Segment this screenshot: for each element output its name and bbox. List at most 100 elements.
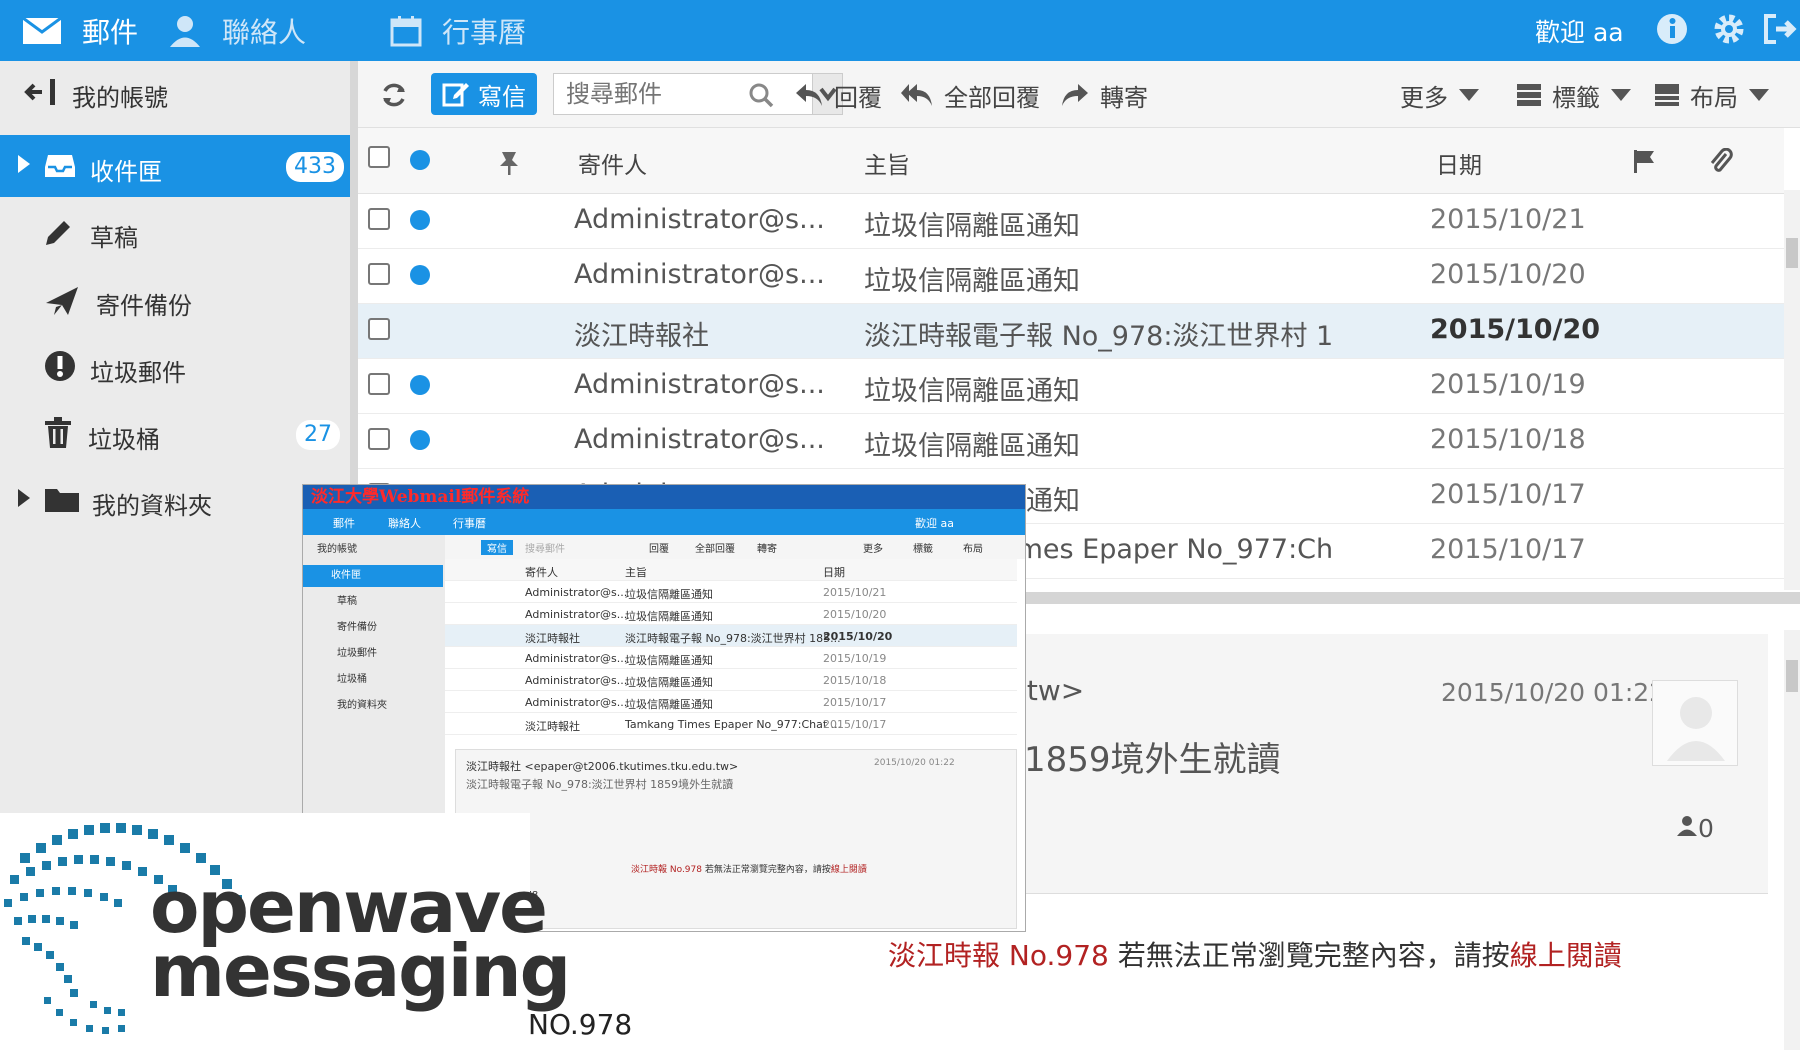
unread-column-icon[interactable] bbox=[410, 150, 430, 170]
column-header-from[interactable]: 寄件人 bbox=[578, 146, 647, 180]
row-checkbox[interactable] bbox=[368, 263, 390, 285]
top-bar: 郵件 聯絡人 行事曆 歡迎 aa bbox=[0, 0, 1800, 61]
row-date: 2015/10/20 bbox=[1430, 259, 1586, 290]
forward-button[interactable]: 轉寄 bbox=[1060, 75, 1148, 115]
inset-header-row: 寄件人 主旨 日期 bbox=[445, 559, 1017, 581]
logo-wordmark-line2: messaging bbox=[150, 929, 571, 1013]
openwave-messaging-logo: openwave messaging bbox=[0, 813, 571, 1056]
row-from: Administrator@s... bbox=[574, 259, 824, 290]
nav-contacts[interactable]: 聯絡人 bbox=[168, 0, 306, 61]
expand-triangle-icon[interactable] bbox=[16, 153, 32, 175]
select-all-checkbox[interactable] bbox=[368, 146, 390, 168]
row-date: 2015/10/18 bbox=[1430, 424, 1586, 455]
compose-button[interactable]: 寫信 bbox=[431, 73, 537, 115]
inset-reply: 回覆 bbox=[649, 544, 669, 555]
more-menu[interactable]: 更多 bbox=[1400, 75, 1490, 115]
inset-col-date: 日期 bbox=[823, 566, 845, 579]
inset-sidebar-account: 我的帳號 bbox=[317, 544, 357, 555]
row-subject: 垃圾信隔離區通知 bbox=[864, 211, 1080, 242]
table-row[interactable]: Administrator@s... 垃圾信隔離區通知 2015/10/21 bbox=[358, 194, 1784, 249]
preview-scrollbar[interactable] bbox=[1784, 630, 1800, 1050]
reply-label: 回覆 bbox=[834, 83, 882, 112]
inset-welcome: 歡迎 aa bbox=[915, 517, 954, 530]
pin-icon[interactable] bbox=[498, 150, 520, 176]
layout-menu[interactable]: 布局 bbox=[1654, 75, 1780, 115]
webmail-window: 郵件 聯絡人 行事曆 歡迎 aa 我的帳號 收件匣 433 草稿 寄件備份 垃圾… bbox=[0, 0, 1800, 1056]
row-checkbox[interactable] bbox=[368, 428, 390, 450]
calendar-icon bbox=[390, 15, 422, 46]
unread-dot[interactable] bbox=[410, 210, 430, 230]
row-checkbox[interactable] bbox=[368, 208, 390, 230]
table-row[interactable]: Administrator@s... 垃圾信隔離區通知 2015/10/18 bbox=[358, 414, 1784, 469]
message-list-scrollbar[interactable] bbox=[1784, 190, 1800, 590]
recipients-count[interactable]: 0 bbox=[1676, 814, 1714, 843]
sidebar-item-inbox-label: 收件匣 bbox=[90, 158, 162, 186]
alert-icon bbox=[45, 351, 75, 381]
inset-row: Administrator@s... 垃圾信隔離區通知 2015/10/18 bbox=[445, 669, 1017, 691]
inset-row-from: Administrator@s... bbox=[525, 696, 628, 709]
inset-row-date: 2015/10/18 bbox=[823, 674, 887, 687]
column-header-subject[interactable]: 主旨 bbox=[864, 146, 910, 180]
trash-count-badge: 27 bbox=[296, 420, 340, 450]
inset-toolbar: 寫信 搜尋郵件 回覆 全部回覆 轉寄 更多 標籤 布局 bbox=[445, 535, 1025, 559]
sidebar-item-spam[interactable]: 垃圾郵件 bbox=[0, 336, 350, 398]
avatar bbox=[1652, 680, 1738, 766]
unread-dot[interactable] bbox=[410, 430, 430, 450]
sidebar-item-drafts[interactable]: 草稿 bbox=[0, 201, 350, 263]
info-icon[interactable] bbox=[1655, 12, 1689, 46]
sidebar-item-my-folders[interactable]: 我的資料夾 bbox=[0, 469, 350, 531]
inset-row-date: 2015/10/21 bbox=[823, 586, 887, 599]
table-row[interactable]: Administrator@s... 垃圾信隔離區通知 2015/10/19 bbox=[358, 359, 1784, 414]
expand-triangle-icon[interactable] bbox=[16, 487, 32, 509]
nav-calendar-label: 行事曆 bbox=[442, 15, 527, 49]
flag-icon[interactable] bbox=[1632, 148, 1658, 174]
back-arrow-icon bbox=[24, 79, 55, 105]
preview-sender[interactable]: .tw> bbox=[1018, 674, 1084, 707]
scrollbar-thumb[interactable] bbox=[1786, 660, 1798, 692]
refresh-icon bbox=[383, 83, 405, 107]
refresh-button[interactable] bbox=[380, 75, 418, 115]
gear-icon[interactable] bbox=[1712, 12, 1746, 46]
sidebar-item-trash[interactable]: 垃圾桶 27 bbox=[0, 403, 350, 465]
inset-row-date: 2015/10/17 bbox=[823, 696, 887, 709]
tags-label: 標籤 bbox=[1552, 83, 1600, 112]
send-icon bbox=[46, 287, 78, 315]
table-row-selected[interactable]: 淡江時報社 淡江時報電子報 No_978:淡江世界村 185... 2015/1… bbox=[358, 304, 1784, 359]
row-checkbox[interactable] bbox=[368, 373, 390, 395]
toolbar: 寫信 回覆 全部回覆 轉寄 更多 標籤 bbox=[358, 61, 1800, 128]
attachment-icon[interactable] bbox=[1708, 148, 1734, 174]
compose-icon bbox=[442, 83, 469, 107]
column-header-date[interactable]: 日期 bbox=[1436, 146, 1482, 180]
row-checkbox[interactable] bbox=[368, 318, 390, 340]
table-row[interactable]: Administrator@s... 垃圾信隔離區通知 2015/10/20 bbox=[358, 249, 1784, 304]
nav-mail[interactable]: 郵件 bbox=[22, 0, 138, 61]
layout-icon bbox=[1655, 84, 1679, 106]
logout-icon[interactable] bbox=[1762, 12, 1798, 46]
inset-row-subject: Tamkang Times Epaper No_977:Chat ... bbox=[625, 718, 842, 731]
row-subject: 垃圾信隔離區通知 bbox=[864, 376, 1080, 407]
unread-dot[interactable] bbox=[410, 265, 430, 285]
reply-all-icon bbox=[901, 84, 932, 106]
inset-sidebar-folders: 我的資料夾 bbox=[337, 700, 387, 711]
read-online-link[interactable]: 線上閱讀 bbox=[1510, 939, 1622, 972]
forward-icon bbox=[1062, 84, 1088, 106]
sidebar-item-inbox[interactable]: 收件匣 433 bbox=[0, 135, 350, 197]
row-date: 2015/10/21 bbox=[1430, 204, 1586, 235]
sidebar-item-account[interactable]: 我的帳號 bbox=[0, 61, 350, 123]
epaper-notice: 淡江時報 No.978 若無法正常瀏覽完整內容，請按線上閱讀 bbox=[888, 934, 1622, 974]
inset-row-date: 2015/10/17 bbox=[823, 718, 887, 731]
inset-row: Administrator@s... 垃圾信隔離區通知 2015/10/17 bbox=[445, 691, 1017, 713]
inset-row: 淡江時報社 Tamkang Times Epaper No_977:Chat ..… bbox=[445, 713, 1017, 735]
trash-icon bbox=[45, 417, 71, 448]
search-button[interactable] bbox=[748, 75, 784, 115]
scrollbar-thumb[interactable] bbox=[1786, 238, 1798, 268]
tags-menu[interactable]: 標籤 bbox=[1516, 75, 1642, 115]
reply-all-button[interactable]: 全部回覆 bbox=[900, 75, 1040, 115]
nav-calendar[interactable]: 行事曆 bbox=[390, 0, 526, 61]
inset-sidebar-drafts: 草稿 bbox=[337, 596, 357, 607]
inset-row-subject: 垃圾信隔離區通知 bbox=[625, 588, 713, 601]
inset-row-from: 淡江時報社 bbox=[525, 720, 580, 733]
unread-dot[interactable] bbox=[410, 375, 430, 395]
reply-button[interactable]: 回覆 bbox=[794, 75, 882, 115]
sidebar-item-sent[interactable]: 寄件備份 bbox=[0, 269, 350, 331]
